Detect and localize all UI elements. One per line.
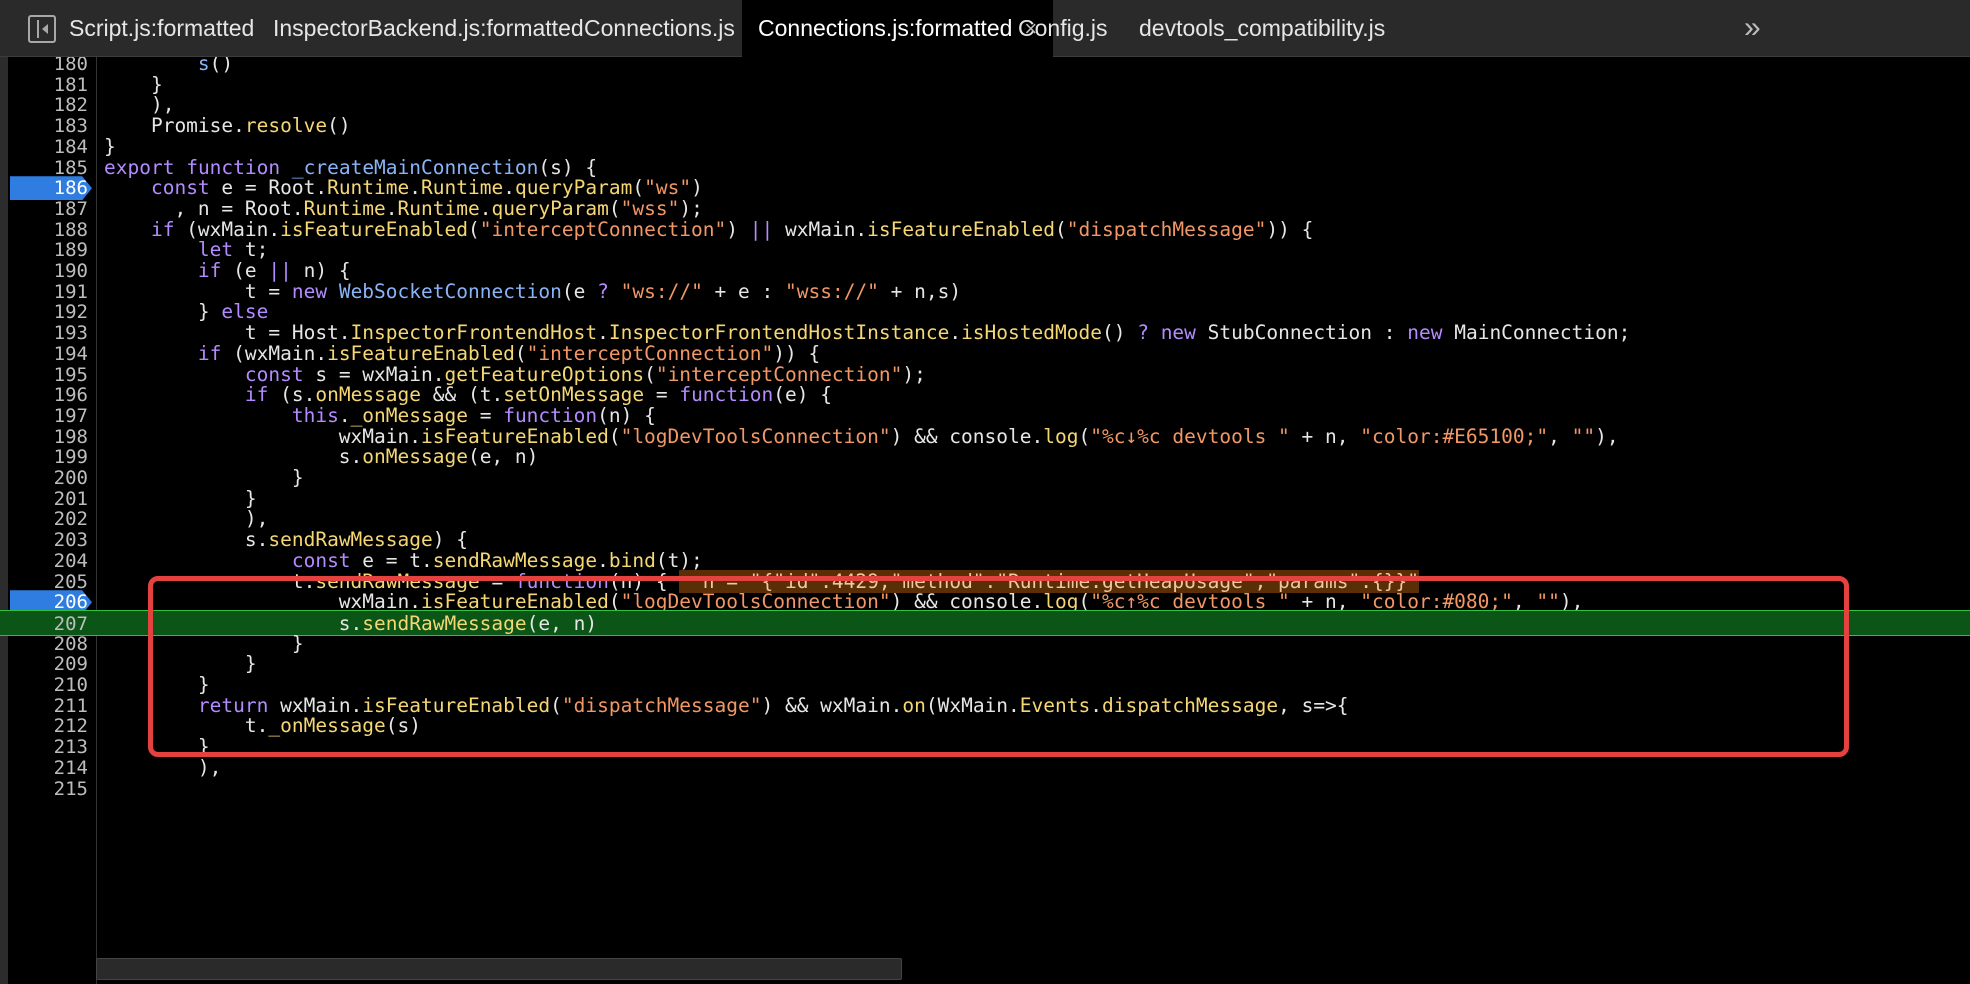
tab-label: Connections.js:formatted (758, 15, 1013, 41)
code-line[interactable]: 215 (0, 776, 1970, 802)
tab-label: Connections.js (584, 15, 735, 41)
tab-inspectorbackend-js-formatted[interactable]: InspectorBackend.js:formatted (273, 0, 584, 57)
horizontal-scrollbar[interactable] (96, 958, 902, 980)
tab-devtools-compatibility-js[interactable]: devtools_compatibility.js (1139, 0, 1385, 57)
tab-label: InspectorBackend.js:formatted (273, 15, 584, 41)
more-tabs-icon[interactable]: » (1744, 0, 1761, 57)
tab-label: devtools_compatibility.js (1139, 15, 1386, 41)
editor-tab-bar: Script.js:formatted InspectorBackend.js:… (0, 0, 1970, 57)
line-number[interactable]: 186 (10, 175, 88, 201)
tab-script-js-formatted[interactable]: Script.js:formatted (69, 0, 254, 57)
line-number[interactable]: 206 (10, 589, 88, 615)
tab-label: Script.js:formatted (69, 15, 255, 41)
tab-connections-js[interactable]: Connections.js (584, 0, 735, 57)
sidebar-toggle-icon[interactable] (28, 15, 56, 43)
tab-config-js[interactable]: Config.js (1018, 0, 1107, 57)
tab-label: Config.js (1018, 15, 1108, 41)
code-editor[interactable]: 180 s() 181 } 182 ), 183 Promise.resolve() 1… (0, 57, 1970, 984)
tab-connections-js-formatted[interactable]: Connections.js:formatted × (742, 0, 1054, 57)
line-number[interactable]: 215 (10, 776, 88, 802)
